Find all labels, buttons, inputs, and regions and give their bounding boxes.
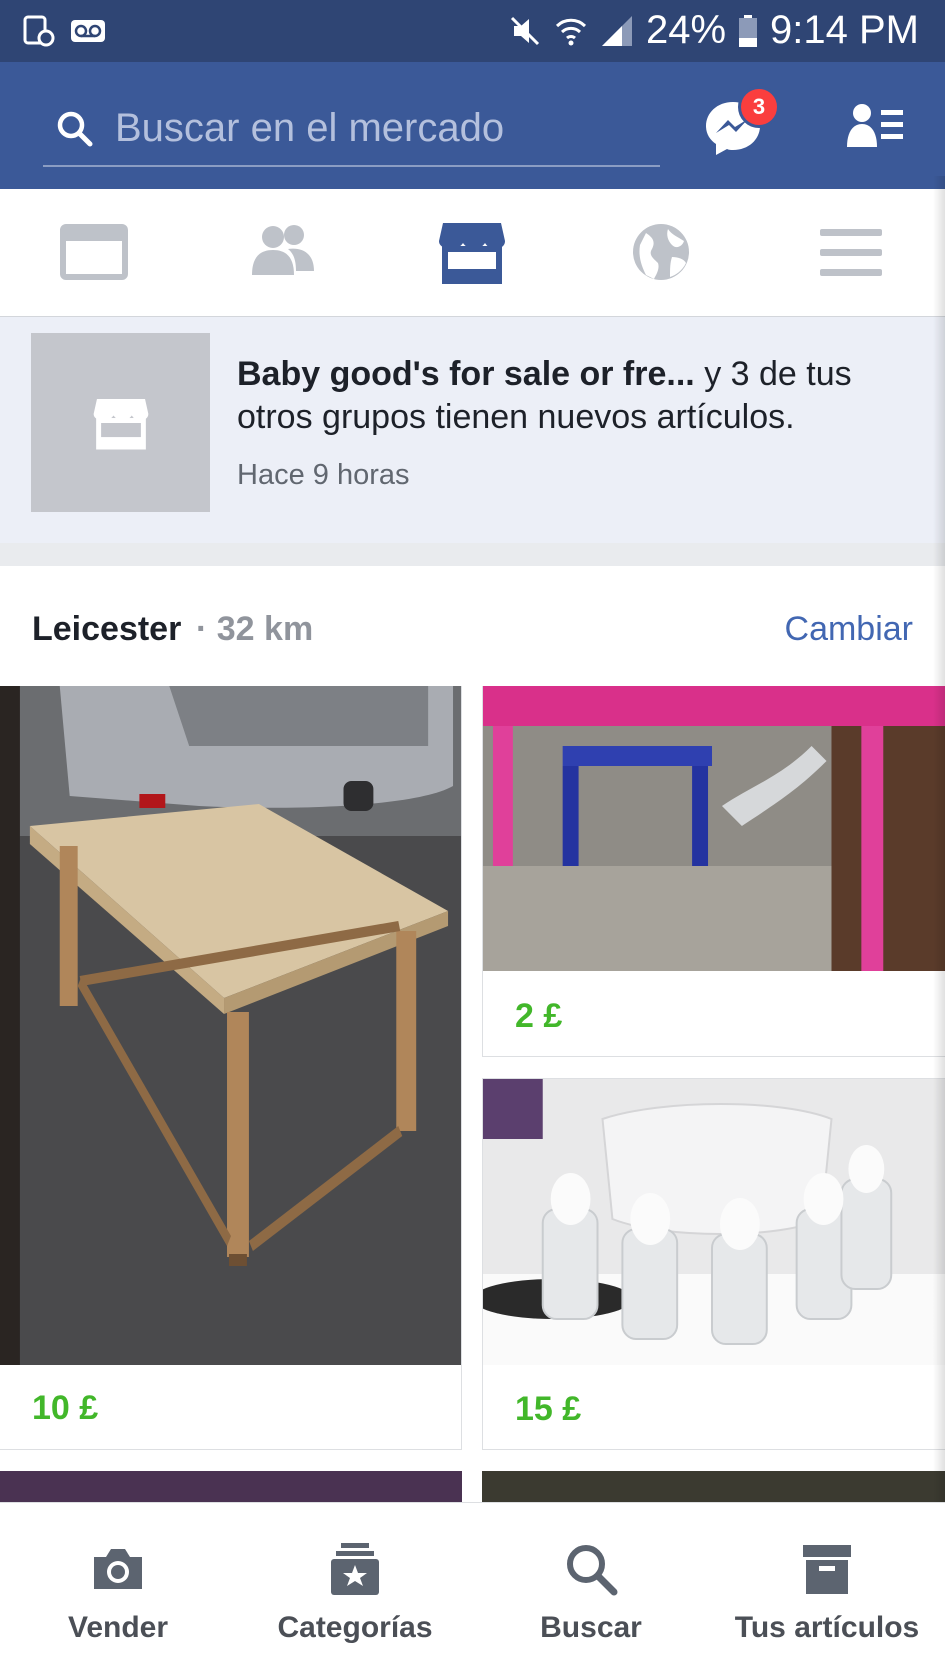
location-bar: Leicester · 32 km Cambiar	[0, 566, 945, 686]
mute-icon	[510, 16, 540, 45]
globe-icon[interactable]	[626, 219, 696, 285]
listing-card[interactable]: 10 £	[0, 686, 462, 1450]
bottom-bar: Vender Categorías Buscar Tus artículos	[0, 1502, 945, 1680]
search-input[interactable]	[115, 103, 645, 153]
listing-card-partial[interactable]	[0, 1471, 462, 1502]
signal-icon	[601, 15, 632, 46]
friend-requests-icon[interactable]	[845, 102, 907, 152]
categories-label: Categorías	[277, 1611, 433, 1644]
marketplace-icon[interactable]	[437, 219, 507, 285]
change-location-link[interactable]: Cambiar	[785, 610, 913, 649]
camera-icon	[94, 1549, 142, 1589]
notification-text: Baby good's for sale or fre... y 3 de tu…	[237, 353, 927, 439]
news-feed-icon[interactable]	[59, 219, 129, 285]
sell-label: Vender	[67, 1611, 169, 1644]
wooden-table-photo	[0, 686, 461, 1365]
categories-icon	[331, 1543, 379, 1595]
group-notification[interactable]: Baby good's for sale or fre... y 3 de tu…	[0, 317, 945, 543]
voicemail-icon	[71, 20, 105, 42]
search-label: Buscar	[540, 1611, 642, 1644]
your-items-button[interactable]: Tus artículos	[712, 1541, 942, 1645]
archive-box-icon	[803, 1545, 851, 1594]
location-city: Leicester	[32, 610, 182, 648]
search-icon	[57, 111, 93, 147]
search-button[interactable]: Buscar	[476, 1541, 706, 1645]
groups-icon[interactable]	[248, 219, 318, 285]
notification-thumbnail	[31, 333, 210, 512]
listing-price: 10 £	[32, 1389, 99, 1427]
notification-time: Hace 9 horas	[237, 459, 410, 491]
search-bar[interactable]	[43, 97, 660, 167]
categories-button[interactable]: Categorías	[240, 1541, 470, 1645]
pink-table-photo	[483, 686, 945, 971]
your-items-label: Tus artículos	[734, 1611, 920, 1644]
listing-price: 2 £	[515, 997, 563, 1035]
battery-icon	[739, 14, 758, 47]
wifi-icon	[555, 18, 587, 45]
clock: 9:14 PM	[770, 8, 919, 52]
listing-price: 15 £	[515, 1390, 582, 1428]
sell-button[interactable]: Vender	[3, 1541, 233, 1645]
search-icon	[567, 1545, 618, 1596]
messenger-badge: 3	[738, 86, 780, 128]
battery-percent: 24%	[645, 8, 727, 52]
listing-card-partial[interactable]	[482, 1471, 945, 1502]
nav-tabs	[0, 189, 945, 317]
listings-grid: 10 £ 2 £ 15 £	[0, 686, 945, 1502]
marketplace-shop-icon	[93, 398, 148, 450]
menu-icon[interactable]	[816, 219, 886, 285]
listing-card[interactable]: 2 £	[482, 686, 945, 1057]
baby-bottles-photo	[483, 1079, 945, 1365]
group-name: Baby good's for sale or fre...	[237, 355, 695, 393]
status-bar: 24% 9:14 PM	[0, 0, 945, 62]
screen-cast-icon	[23, 15, 55, 47]
location-distance: · 32 km	[196, 610, 314, 648]
edge-shadow	[933, 176, 945, 1502]
top-header: 3	[0, 62, 945, 189]
listing-card[interactable]: 15 £	[482, 1078, 945, 1450]
